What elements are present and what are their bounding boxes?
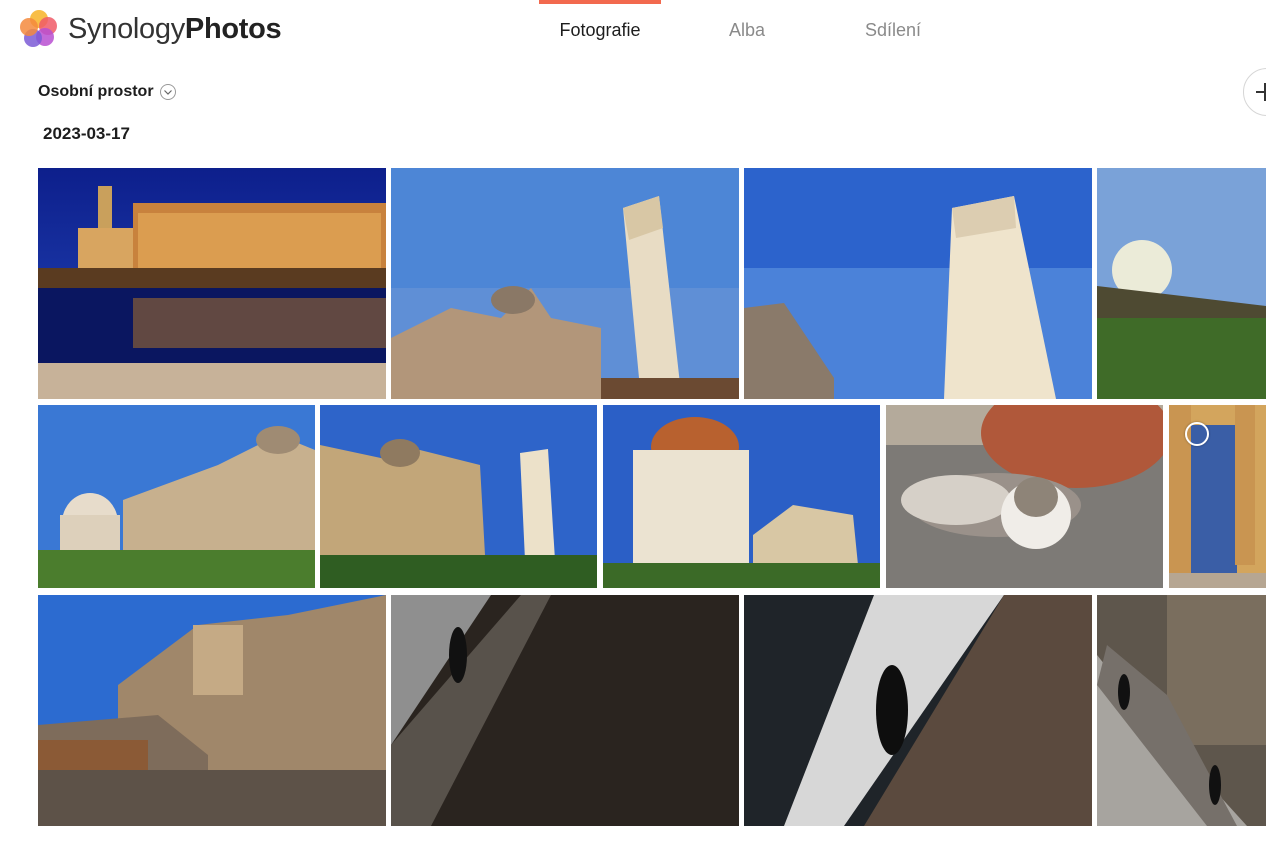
photo-thumbnail[interactable] bbox=[391, 595, 739, 826]
space-selector[interactable]: Osobní prostor bbox=[38, 80, 176, 104]
tab-photos-label: Fotografie bbox=[559, 19, 641, 40]
active-tab-indicator bbox=[539, 0, 661, 4]
date-group-heading: 2023-03-17 bbox=[43, 124, 130, 143]
add-button[interactable] bbox=[1243, 68, 1266, 116]
photo-thumbnail[interactable] bbox=[38, 168, 386, 399]
tab-photos[interactable]: Fotografie bbox=[539, 0, 661, 60]
tab-albums-label: Alba bbox=[728, 19, 766, 40]
plus-icon bbox=[1256, 83, 1266, 101]
photo-thumbnail[interactable] bbox=[1097, 595, 1266, 826]
tab-shared-label: Sdílení bbox=[864, 19, 922, 40]
photo-thumbnail[interactable] bbox=[603, 405, 880, 588]
photo-thumbnail[interactable] bbox=[1169, 405, 1266, 588]
photo-thumbnail[interactable] bbox=[1097, 168, 1266, 399]
tab-shared[interactable]: Sdílení bbox=[846, 0, 940, 60]
main-tabs: Fotografie Alba Sdílení bbox=[0, 0, 1266, 60]
select-checkbox[interactable] bbox=[1185, 422, 1209, 446]
chevron-down-icon bbox=[159, 84, 176, 100]
tab-albums[interactable]: Alba bbox=[700, 0, 794, 60]
photo-thumbnail[interactable] bbox=[391, 168, 739, 399]
photo-thumbnail[interactable] bbox=[38, 595, 386, 826]
photo-thumbnail[interactable] bbox=[320, 405, 597, 588]
space-selector-label: Osobní prostor bbox=[38, 83, 154, 100]
photo-thumbnail[interactable] bbox=[744, 595, 1092, 826]
photo-thumbnail[interactable] bbox=[886, 405, 1163, 588]
photo-thumbnail[interactable] bbox=[38, 405, 315, 588]
photo-thumbnail[interactable] bbox=[744, 168, 1092, 399]
